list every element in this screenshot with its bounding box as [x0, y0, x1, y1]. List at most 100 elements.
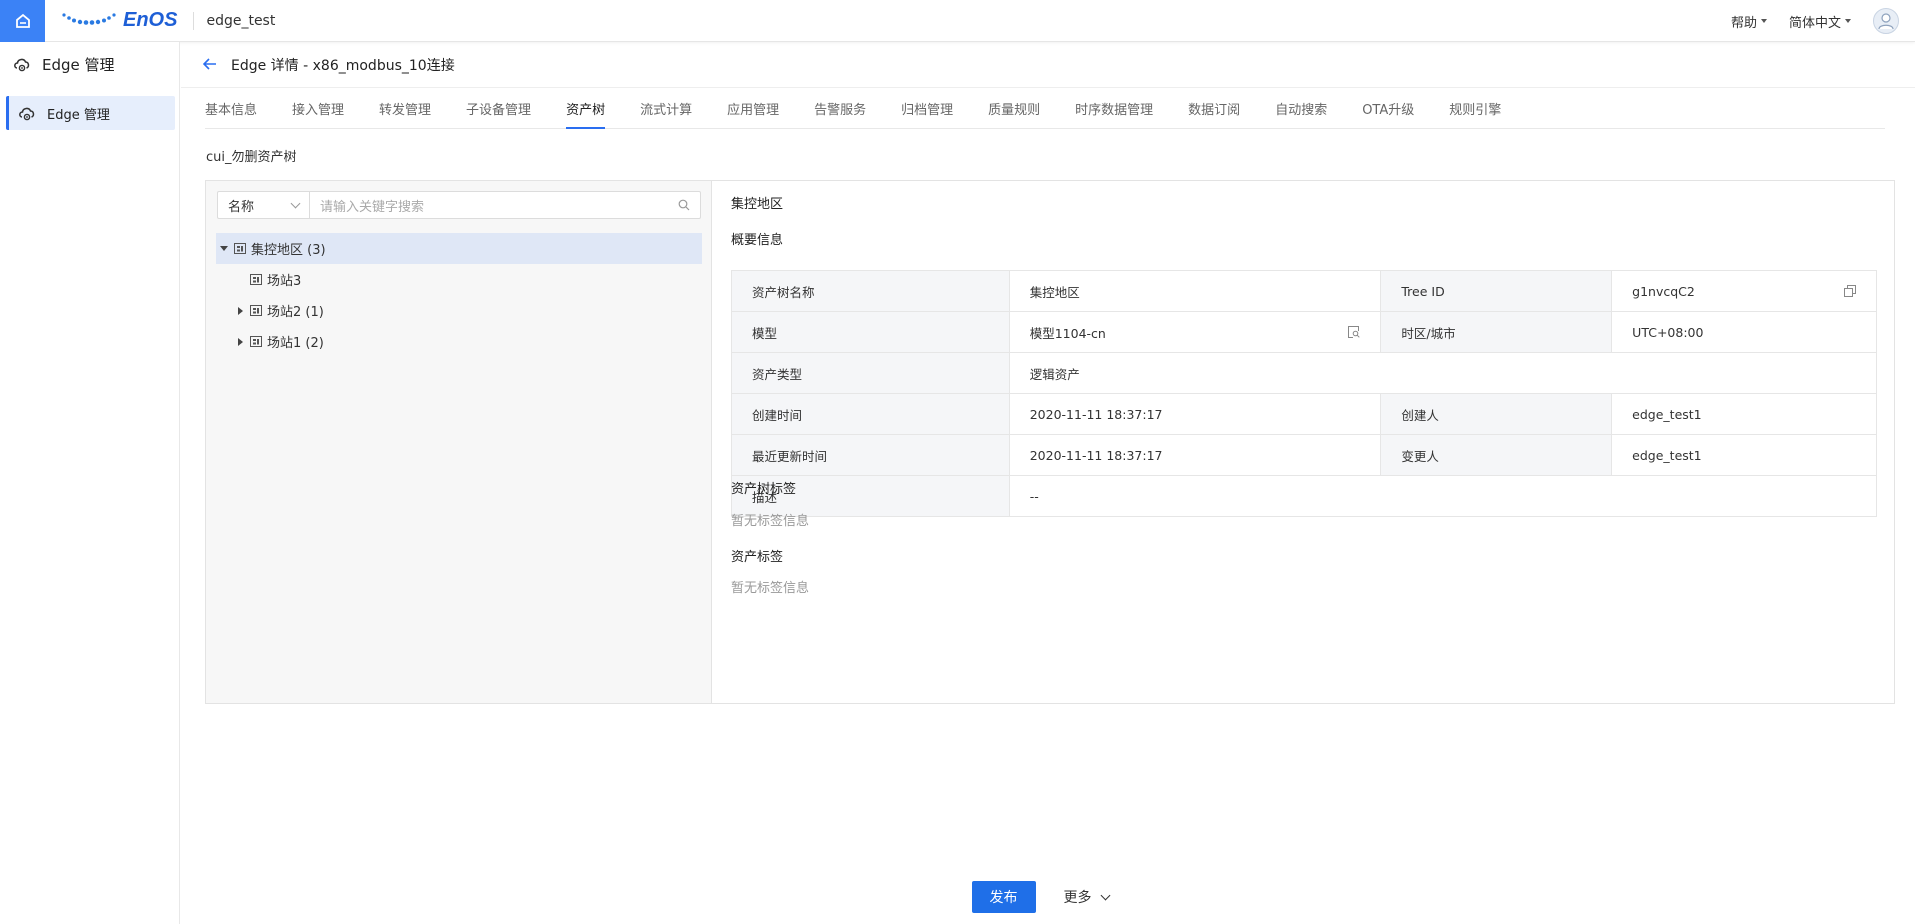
- edge-cloud-icon: [14, 58, 30, 72]
- tree-search: 名称 请输入关键字搜索: [217, 191, 701, 219]
- tab-ota-upgrade[interactable]: OTA升级: [1362, 88, 1414, 128]
- timezone-label: 时区/城市: [1380, 311, 1613, 353]
- table-row: 资产类型 逻辑资产: [731, 352, 1878, 394]
- tab-bar: 基本信息 接入管理 转发管理 子设备管理 资产树 流式计算 应用管理 告警服务 …: [205, 89, 1885, 129]
- app-name: edge_test: [206, 12, 276, 29]
- search-input[interactable]: 请输入关键字搜索: [309, 191, 701, 219]
- overview-table: 资产树名称 集控地区 Tree ID g1nvcqC2 模型 模型1104-cn…: [731, 270, 1878, 517]
- more-dropdown[interactable]: 更多: [1063, 887, 1110, 907]
- tree-id-value: g1nvcqC2: [1632, 283, 1695, 299]
- tab-basic-info[interactable]: 基本信息: [205, 88, 257, 128]
- logo-mark-icon: [61, 12, 119, 29]
- footer-actions: 发布 更多: [181, 870, 1915, 924]
- asset-node-icon: [234, 243, 246, 254]
- user-avatar[interactable]: [1873, 8, 1899, 34]
- overview-title: 概要信息: [731, 233, 784, 248]
- copy-icon[interactable]: [1844, 285, 1856, 297]
- tree-node-root[interactable]: 集控地区 (3): [216, 233, 702, 264]
- tab-app-management[interactable]: 应用管理: [727, 88, 779, 128]
- view-model-icon[interactable]: [1348, 326, 1361, 338]
- expand-arrow-icon[interactable]: [232, 337, 248, 346]
- expand-arrow-icon[interactable]: [216, 246, 232, 251]
- model-label: 模型: [731, 311, 1010, 353]
- tab-forwarding-management[interactable]: 转发管理: [379, 88, 431, 128]
- tab-stream-computing[interactable]: 流式计算: [640, 88, 692, 128]
- help-menu[interactable]: 帮助: [1731, 12, 1767, 31]
- search-field-value: 名称: [228, 199, 255, 215]
- language-menu[interactable]: 简体中文: [1789, 12, 1851, 31]
- sidebar-item-label: Edge 管理: [47, 107, 110, 123]
- asset-tree-name: cui_勿删资产树: [206, 150, 297, 165]
- sidebar-title: Edge 管理: [42, 55, 115, 74]
- top-bar: EnOS edge_test 帮助 简体中文: [0, 0, 1915, 42]
- creator-label: 创建人: [1380, 393, 1613, 435]
- expand-arrow-icon[interactable]: [232, 306, 248, 315]
- more-label: 更多: [1063, 890, 1092, 906]
- tab-access-management[interactable]: 接入管理: [292, 88, 344, 128]
- enos-logo[interactable]: EnOS: [61, 0, 177, 42]
- tree-name-label: 资产树名称: [731, 270, 1010, 312]
- sidebar-item-edge-management[interactable]: Edge 管理: [6, 96, 175, 130]
- description-value: --: [1008, 475, 1878, 517]
- updated-time-value: 2020-11-11 18:37:17: [1008, 434, 1382, 476]
- asset-node-icon: [250, 305, 262, 316]
- asset-tree: 集控地区 (3) 场站3 场站2 (1) 场站1 (2): [216, 233, 702, 357]
- tree-node-label: 场站2 (1): [267, 305, 324, 320]
- table-row: 创建时间 2020-11-11 18:37:17 创建人 edge_test1: [731, 393, 1877, 435]
- asset-node-icon: [250, 274, 262, 285]
- tab-rule-engine[interactable]: 规则引擎: [1449, 88, 1501, 128]
- tab-timeseries-data[interactable]: 时序数据管理: [1075, 88, 1153, 128]
- tree-name-value: 集控地区: [1008, 270, 1382, 312]
- modifier-label: 变更人: [1380, 434, 1613, 476]
- model-cell: 模型1104-cn: [1008, 311, 1382, 353]
- updated-time-label: 最近更新时间: [731, 434, 1010, 476]
- tree-node-station2[interactable]: 场站2 (1): [216, 295, 702, 326]
- selected-node-title: 集控地区: [731, 197, 784, 212]
- table-row: 最近更新时间 2020-11-11 18:37:17 变更人 edge_test…: [731, 434, 1877, 476]
- modifier-value: edge_test1: [1611, 434, 1877, 476]
- tab-subdevice-management[interactable]: 子设备管理: [466, 88, 531, 128]
- tab-alert-service[interactable]: 告警服务: [814, 88, 866, 128]
- tab-archive-management[interactable]: 归档管理: [901, 88, 953, 128]
- home-icon: [15, 13, 30, 28]
- search-field-select[interactable]: 名称: [217, 191, 309, 219]
- tree-id-label: Tree ID: [1380, 270, 1613, 312]
- table-row: 描述 --: [731, 475, 1878, 517]
- edge-cloud-icon: [19, 107, 35, 121]
- search-icon[interactable]: [678, 199, 690, 211]
- search-placeholder: 请输入关键字搜索: [320, 199, 425, 215]
- timezone-value: UTC+08:00: [1611, 311, 1877, 353]
- detail-pane: 集控地区 概要信息 资产树名称 集控地区 Tree ID g1nvcqC2 模型…: [713, 181, 1894, 703]
- publish-button[interactable]: 发布: [971, 881, 1036, 913]
- asset-type-label: 资产类型: [731, 352, 1010, 394]
- tree-node-station3[interactable]: 场站3: [216, 264, 702, 295]
- chevron-down-icon: [290, 198, 301, 208]
- home-button[interactable]: [0, 0, 45, 42]
- sidebar-header: Edge 管理: [0, 42, 179, 86]
- caret-down-icon: [1760, 19, 1767, 23]
- caret-down-icon: [1845, 19, 1851, 23]
- model-value: 模型1104-cn: [1029, 325, 1106, 341]
- creator-value: edge_test1: [1611, 393, 1877, 435]
- created-time-label: 创建时间: [731, 393, 1010, 435]
- page-header: Edge 详情 - x86_modbus_10连接: [181, 42, 1915, 88]
- table-row: 资产树名称 集控地区 Tree ID g1nvcqC2: [731, 270, 1877, 312]
- tree-tags-empty: 暂无标签信息: [731, 514, 810, 529]
- created-time-value: 2020-11-11 18:37:17: [1008, 393, 1382, 435]
- tree-tags-title: 资产树标签: [731, 482, 797, 497]
- tab-data-subscription[interactable]: 数据订阅: [1188, 88, 1240, 128]
- tree-pane: 名称 请输入关键字搜索 集控地区 (3) 场站3 场站2 (1) 场站1 (2): [206, 181, 712, 703]
- tab-quality-rules[interactable]: 质量规则: [988, 88, 1040, 128]
- page-title: Edge 详情 - x86_modbus_10连接: [231, 57, 455, 74]
- tab-asset-tree[interactable]: 资产树: [566, 88, 606, 129]
- help-label: 帮助: [1730, 15, 1757, 31]
- tree-node-label: 集控地区 (3): [251, 243, 326, 258]
- table-row: 模型 模型1104-cn 时区/城市 UTC+08:00: [731, 311, 1877, 353]
- chevron-down-icon: [1100, 890, 1110, 900]
- back-arrow-icon[interactable]: [202, 54, 217, 75]
- tree-node-station1[interactable]: 场站1 (2): [216, 326, 702, 357]
- asset-type-value: 逻辑资产: [1008, 352, 1878, 394]
- tab-auto-search[interactable]: 自动搜索: [1275, 88, 1327, 128]
- logo-divider: [193, 11, 195, 30]
- asset-tags-empty: 暂无标签信息: [731, 581, 810, 596]
